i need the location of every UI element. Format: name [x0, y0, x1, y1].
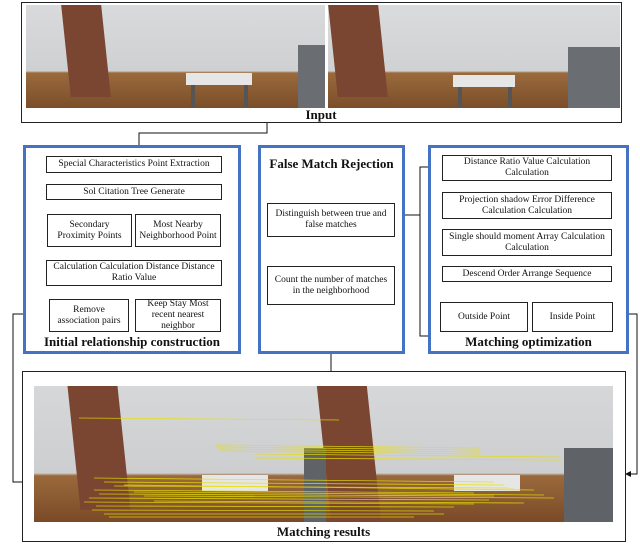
step-tree-generate: Sol Citation Tree Generate — [46, 184, 222, 200]
input-image-right — [328, 5, 620, 108]
step-outside-point: Outside Point — [440, 302, 528, 332]
step-secondary-proximity: Secondary Proximity Points — [47, 214, 132, 247]
step-distinguish-matches: Distinguish between true and false match… — [267, 203, 395, 237]
step-count-matches: Count the number of matches in the neigh… — [267, 266, 395, 305]
door-shape — [328, 5, 388, 97]
match-lines — [78, 417, 562, 518]
door-shape — [61, 5, 111, 97]
input-frame: Input — [21, 2, 622, 123]
step-descend-order: Descend Order Arrange Sequence — [442, 266, 612, 282]
matching-optimization-title: Matching optimization — [465, 334, 592, 349]
step-distance-ratio: Calculation Calculation Distance Distanc… — [46, 260, 222, 286]
results-title: Matching results — [276, 524, 371, 539]
results-frame: Matching results — [22, 371, 626, 542]
table-top-shape — [186, 73, 252, 85]
step-distance-ratio-calc: Distance Ratio Value Calculation Calcula… — [442, 155, 612, 181]
step-keep-nearest: Keep Stay Most recent nearest neighbor — [135, 299, 221, 332]
table-top-shape — [453, 75, 515, 87]
cabinet-shape — [298, 45, 325, 108]
input-title: Input — [305, 107, 337, 122]
initial-relationship-title: Initial relationship construction — [43, 334, 220, 349]
false-match-panel — [258, 145, 405, 354]
table-leg — [191, 85, 195, 108]
step-remove-pairs: Remove association pairs — [49, 299, 129, 332]
matching-results-image — [34, 386, 613, 522]
step-nearby-neighborhood: Most Nearby Neighborhood Point — [135, 214, 221, 247]
false-match-title: False Match Rejection — [269, 156, 394, 171]
step-projection-error: Projection shadow Error Difference Calcu… — [442, 192, 612, 219]
step-inside-point: Inside Point — [532, 302, 613, 332]
step-single-moment-array: Single should moment Array Calculation C… — [442, 229, 612, 256]
cabinet-shape — [568, 47, 620, 108]
input-image-left — [26, 5, 325, 108]
step-point-extraction: Special Characteristics Point Extraction — [46, 156, 222, 173]
table-leg — [458, 87, 462, 108]
table-leg — [508, 87, 512, 108]
table-leg — [244, 85, 248, 108]
